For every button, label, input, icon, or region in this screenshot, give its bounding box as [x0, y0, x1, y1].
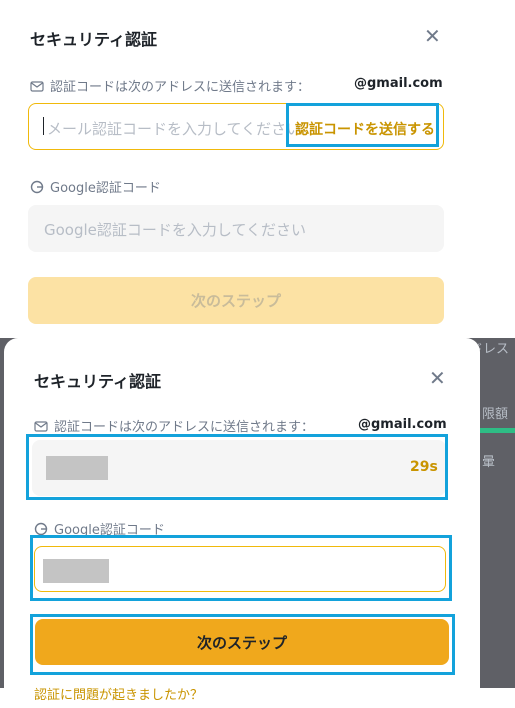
mail-icon	[30, 80, 44, 92]
send-code-button[interactable]: 認証コードを送信する	[295, 119, 435, 139]
google-icon	[30, 180, 44, 193]
email-code-input[interactable]: メール認証コードを入力してください 認証コードを送信する	[28, 103, 444, 150]
close-icon[interactable]: ✕	[429, 368, 446, 388]
email-address: @gmail.com	[354, 76, 443, 91]
google-icon	[34, 522, 48, 535]
google-label: Google認証コード	[54, 523, 165, 538]
google-label-row: Google認証コード	[34, 519, 165, 538]
next-step-button[interactable]: 次のステップ	[35, 619, 449, 665]
problem-link[interactable]: 認証に問題が起きましたか？	[34, 684, 203, 703]
email-label-row: 認証コードは次のアドレスに送信されます：	[30, 76, 310, 95]
text-caret	[43, 117, 44, 135]
dialog-title: セキュリティ認証	[30, 30, 158, 49]
google-code-input[interactable]: Google認証コードを入力してください	[28, 205, 444, 252]
background-text: 暈	[482, 455, 496, 470]
close-icon[interactable]: ✕	[424, 26, 441, 46]
background-page-top	[470, 0, 515, 340]
next-step-button[interactable]: 次のステップ	[28, 277, 444, 324]
redacted-code	[46, 456, 108, 480]
google-label: Google認証コード	[50, 181, 161, 196]
background-green-bar	[475, 428, 515, 433]
email-code-placeholder: メール認証コードを入力してください	[47, 120, 302, 138]
security-verification-dialog-filled: セキュリティ認証 ✕ 認証コードは次のアドレスに送信されます： @gmail.c…	[4, 338, 480, 708]
google-code-placeholder: Google認証コードを入力してください	[44, 221, 306, 239]
email-label: 認証コードは次のアドレスに送信されます：	[50, 80, 311, 95]
dialog-title: セキュリティ認証	[34, 372, 162, 391]
resend-countdown: 29s	[410, 459, 438, 475]
security-verification-dialog-initial: セキュリティ認証 ✕ 認証コードは次のアドレスに送信されます： @gmail.c…	[0, 0, 470, 338]
email-label-row: 認証コードは次のアドレスに送信されます：	[34, 416, 314, 435]
mail-icon	[34, 420, 48, 432]
google-label-row: Google認証コード	[30, 177, 161, 196]
email-address: @gmail.com	[358, 417, 447, 432]
google-code-input[interactable]	[34, 546, 446, 592]
background-text: 限額	[482, 407, 509, 422]
email-code-input[interactable]: 29s	[32, 440, 446, 496]
email-label: 認証コードは次のアドレスに送信されます：	[54, 420, 315, 435]
redacted-code	[43, 559, 109, 583]
